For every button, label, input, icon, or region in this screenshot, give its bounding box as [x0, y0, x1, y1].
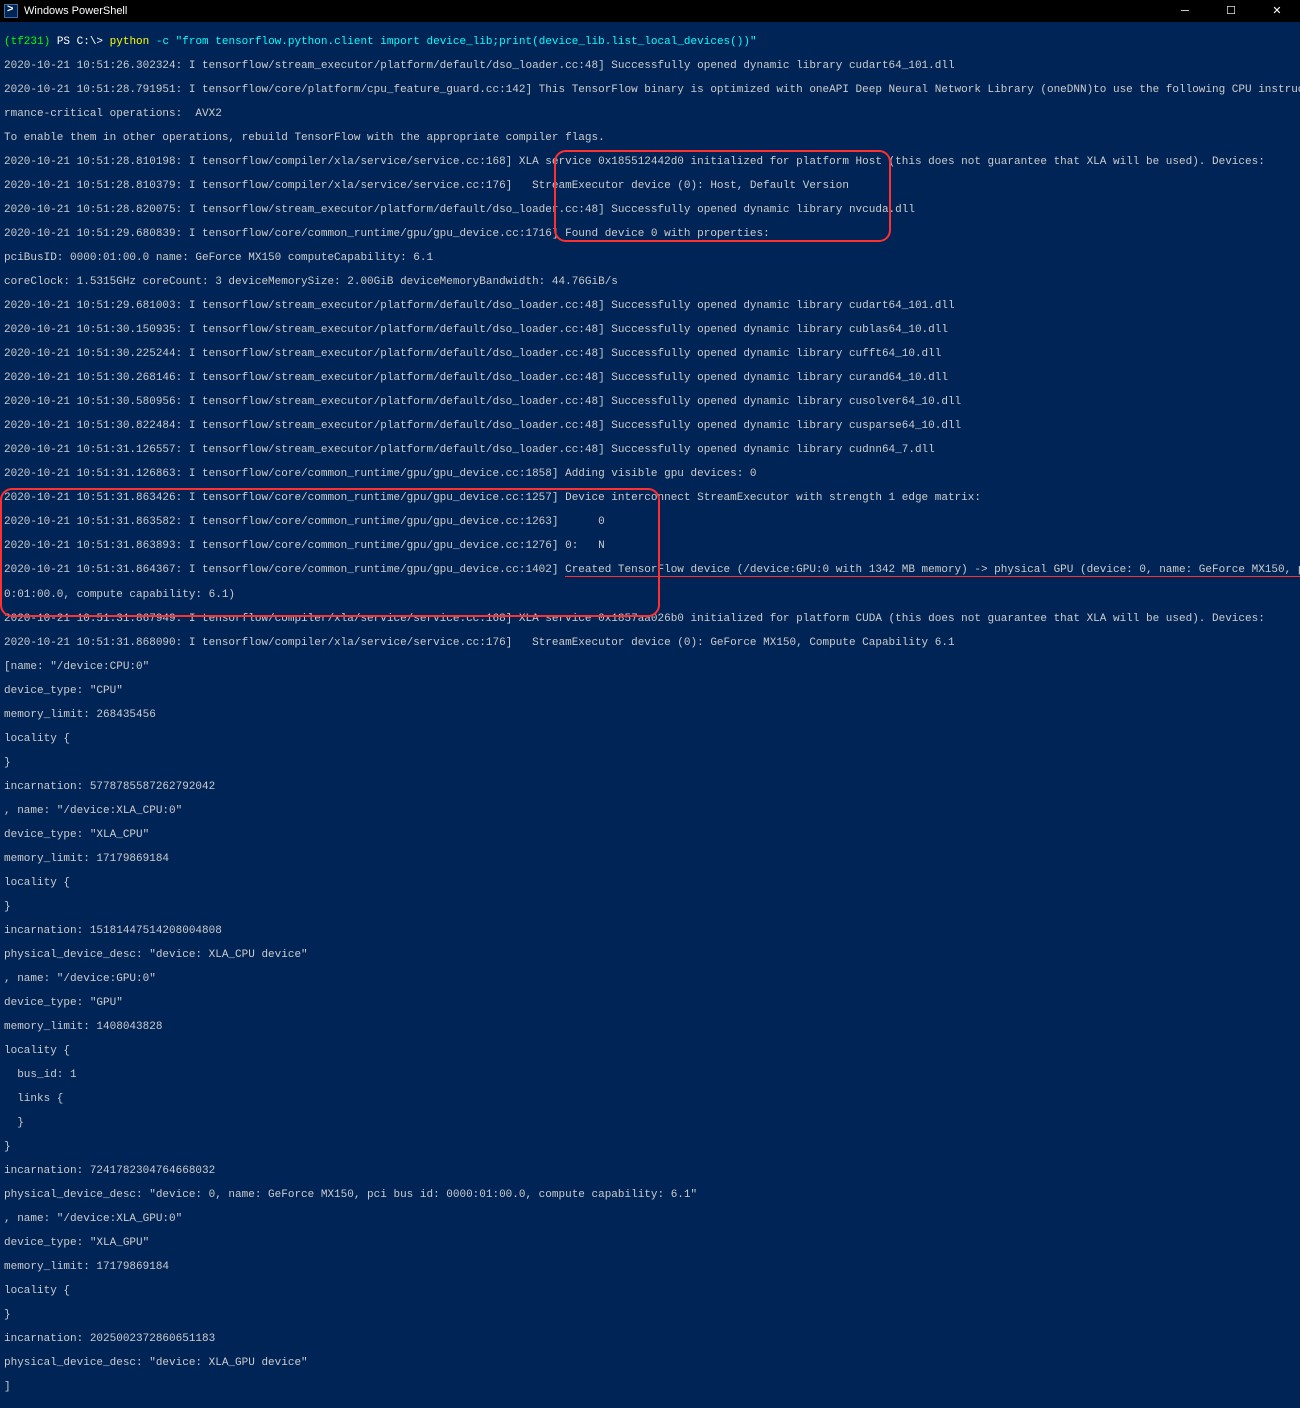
device-output: , name: "/device:XLA_CPU:0" — [4, 805, 1296, 817]
python-args: -c "from tensorflow.python.client import… — [149, 36, 756, 48]
log-line: 2020-10-21 10:51:30.822484: I tensorflow… — [4, 420, 1296, 432]
log-line: 2020-10-21 10:51:29.680839: I tensorflow… — [4, 228, 1296, 240]
log-line: 2020-10-21 10:51:28.820075: I tensorflow… — [4, 204, 1296, 216]
log-line: 2020-10-21 10:51:30.150935: I tensorflow… — [4, 324, 1296, 336]
log-line: To enable them in other operations, rebu… — [4, 132, 1296, 144]
device-output: , name: "/device:XLA_GPU:0" — [4, 1213, 1296, 1225]
device-output-gpu: physical_device_desc: "device: 0, name: … — [4, 1189, 1296, 1201]
device-output: memory_limit: 17179869184 — [4, 1261, 1296, 1273]
log-line: 2020-10-21 10:51:28.791951: I tensorflow… — [4, 84, 1296, 96]
device-output-gpu: device_type: "GPU" — [4, 997, 1296, 1009]
log-line: coreClock: 1.5315GHz coreCount: 3 device… — [4, 276, 1296, 288]
log-line: 2020-10-21 10:51:31.126863: I tensorflow… — [4, 468, 1296, 480]
log-line: rmance-critical operations: AVX2 — [4, 108, 1296, 120]
device-output-gpu: incarnation: 7241782304764668032 — [4, 1165, 1296, 1177]
log-line: 2020-10-21 10:51:28.810198: I tensorflow… — [4, 156, 1296, 168]
device-output: locality { — [4, 1285, 1296, 1297]
device-output: device_type: "CPU" — [4, 685, 1296, 697]
log-line: 2020-10-21 10:51:31.863426: I tensorflow… — [4, 492, 1296, 504]
close-button[interactable]: ✕ — [1254, 0, 1300, 22]
window-controls: ─ ☐ ✕ — [1162, 0, 1300, 22]
window-title: Windows PowerShell — [24, 5, 127, 17]
device-output-gpu: } — [4, 1141, 1296, 1153]
venv-name: (tf231) — [4, 36, 50, 48]
log-line: 2020-10-21 10:51:30.268146: I tensorflow… — [4, 372, 1296, 384]
powershell-icon — [4, 4, 18, 18]
log-line: 2020-10-21 10:51:31.863893: I tensorflow… — [4, 540, 1296, 552]
device-output: ] — [4, 1381, 1296, 1393]
log-line: 2020-10-21 10:51:31.126557: I tensorflow… — [4, 444, 1296, 456]
device-output: incarnation: 15181447514208004808 — [4, 925, 1296, 937]
device-output: incarnation: 2025002372860651183 — [4, 1333, 1296, 1345]
device-output-gpu: bus_id: 1 — [4, 1069, 1296, 1081]
log-line: 2020-10-21 10:51:30.580956: I tensorflow… — [4, 396, 1296, 408]
device-output: } — [4, 757, 1296, 769]
device-output: device_type: "XLA_CPU" — [4, 829, 1296, 841]
log-line: 2020-10-21 10:51:31.863582: I tensorflow… — [4, 516, 1296, 528]
log-line: 2020-10-21 10:51:31.864367: I tensorflow… — [4, 564, 1296, 577]
titlebar[interactable]: Windows PowerShell ─ ☐ ✕ — [0, 0, 1300, 22]
maximize-button[interactable]: ☐ — [1208, 0, 1254, 22]
device-output: locality { — [4, 877, 1296, 889]
log-line: 2020-10-21 10:51:31.868090: I tensorflow… — [4, 637, 1296, 649]
log-line: 2020-10-21 10:51:28.810379: I tensorflow… — [4, 180, 1296, 192]
ps-prompt: PS C:\> — [50, 36, 109, 48]
device-output: memory_limit: 17179869184 — [4, 853, 1296, 865]
log-line: 2020-10-21 10:51:31.867949: I tensorflow… — [4, 613, 1296, 625]
created-device-highlight: Created TensorFlow device (/device:GPU:0… — [565, 565, 1300, 577]
python-cmd: python — [110, 36, 150, 48]
device-output: } — [4, 1309, 1296, 1321]
device-output: device_type: "XLA_GPU" — [4, 1237, 1296, 1249]
device-output: physical_device_desc: "device: XLA_GPU d… — [4, 1357, 1296, 1369]
device-output: incarnation: 5778785587262792042 — [4, 781, 1296, 793]
device-output-gpu: , name: "/device:GPU:0" — [4, 973, 1296, 985]
device-output: locality { — [4, 733, 1296, 745]
device-output-gpu: memory_limit: 1408043828 — [4, 1021, 1296, 1033]
terminal-content[interactable]: (tf231) PS C:\> python -c "from tensorfl… — [0, 22, 1300, 1408]
device-output: physical_device_desc: "device: XLA_CPU d… — [4, 949, 1296, 961]
device-output-gpu: } — [4, 1117, 1296, 1129]
device-output-gpu: locality { — [4, 1045, 1296, 1057]
device-output: memory_limit: 268435456 — [4, 709, 1296, 721]
log-line: 2020-10-21 10:51:29.681003: I tensorflow… — [4, 300, 1296, 312]
log-line: 0:01:00.0, compute capability: 6.1) — [4, 589, 1296, 601]
log-line: 2020-10-21 10:51:26.302324: I tensorflow… — [4, 60, 1296, 72]
device-output: [name: "/device:CPU:0" — [4, 661, 1296, 673]
log-line: pciBusID: 0000:01:00.0 name: GeForce MX1… — [4, 252, 1296, 264]
device-output-gpu: links { — [4, 1093, 1296, 1105]
minimize-button[interactable]: ─ — [1162, 0, 1208, 22]
prompt-line: (tf231) PS C:\> python -c "from tensorfl… — [4, 36, 1296, 48]
log-line: 2020-10-21 10:51:30.225244: I tensorflow… — [4, 348, 1296, 360]
device-output: } — [4, 901, 1296, 913]
